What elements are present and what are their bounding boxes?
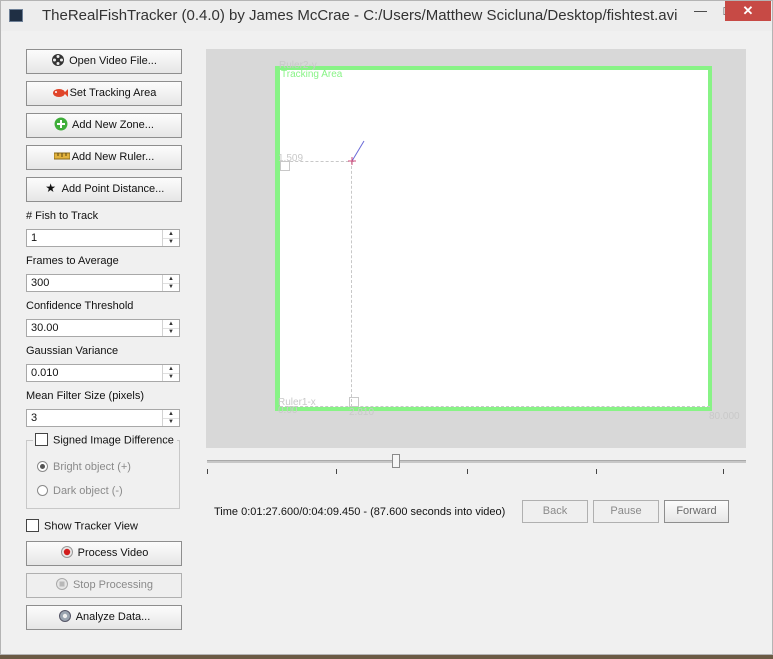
stop-icon — [55, 577, 69, 591]
stop-processing-label: Stop Processing — [72, 579, 154, 591]
fish-to-track-value[interactable]: 1 — [31, 232, 37, 244]
show-tracker-view-label: Show Tracker View — [44, 520, 138, 533]
spin-down-icon[interactable]: ▼ — [163, 238, 179, 246]
ruler-x-guide — [351, 161, 352, 407]
tracking-area-frame[interactable] — [275, 66, 712, 411]
window-title: TheRealFishTracker (0.4.0) by James McCr… — [42, 7, 678, 24]
open-video-button[interactable]: Open Video File... — [26, 49, 182, 74]
ruler-icon — [53, 149, 71, 163]
forward-button[interactable]: Forward — [664, 500, 729, 523]
open-video-label: Open Video File... — [69, 55, 157, 67]
fish-crosshair-icon — [348, 140, 365, 165]
add-point-distance-button[interactable]: ★ Add Point Distance... — [26, 177, 182, 202]
radio-button[interactable] — [37, 484, 48, 496]
spin-down-icon[interactable]: ▼ — [163, 328, 179, 336]
gear-icon — [58, 609, 72, 623]
playback-time: Time 0:01:27.600/0:04:09.450 - (87.600 s… — [214, 506, 506, 518]
stop-processing-button[interactable]: Stop Processing — [26, 573, 182, 598]
radio-button[interactable] — [37, 460, 48, 472]
mean-filter-size-label: Mean Filter Size (pixels) — [26, 390, 144, 402]
set-tracking-area-label: Set Tracking Area — [69, 87, 157, 99]
gaussian-variance-label: Gaussian Variance — [26, 345, 119, 357]
ruler-y-handle[interactable] — [280, 161, 290, 171]
process-video-button[interactable]: Process Video — [26, 541, 182, 566]
tracking-area-label: Tracking Area — [281, 69, 343, 80]
slider-tick — [336, 469, 337, 474]
dark-object-label: Dark object (-) — [53, 485, 123, 497]
back-button[interactable]: Back — [522, 500, 588, 523]
confidence-threshold-value[interactable]: 30.00 — [31, 322, 59, 334]
app-window: TheRealFishTracker (0.4.0) by James McCr… — [0, 0, 773, 655]
add-new-ruler-label: Add New Ruler... — [71, 151, 155, 163]
signed-image-difference-label: Signed Image Difference — [53, 434, 174, 447]
pause-button[interactable]: Pause — [593, 500, 659, 523]
spin-arrows: ▲ ▼ — [162, 230, 179, 246]
object-polarity-groupbox — [26, 440, 180, 509]
ruler-x-value: 2.810 — [349, 407, 375, 418]
slider-tick — [207, 469, 208, 474]
frames-to-average-value[interactable]: 300 — [31, 277, 49, 289]
title-bar[interactable]: TheRealFishTracker (0.4.0) by James McCr… — [1, 1, 772, 31]
frames-to-average-spinbox[interactable]: 300 ▲ ▼ — [26, 274, 180, 292]
signed-image-difference-checkbox[interactable]: Signed Image Difference — [33, 433, 177, 447]
app-icon — [9, 9, 23, 22]
spin-down-icon[interactable]: ▼ — [163, 283, 179, 291]
slider-tick — [467, 469, 468, 474]
confidence-threshold-spinbox[interactable]: 30.00 ▲ ▼ — [26, 319, 180, 337]
add-point-distance-label: Add Point Distance... — [61, 183, 165, 195]
checkbox-box[interactable] — [35, 433, 48, 446]
ruler-right-value: 80.000 — [709, 411, 740, 422]
confidence-threshold-label: Confidence Threshold — [26, 300, 134, 312]
mean-filter-size-spinbox[interactable]: 3 ▲ ▼ — [26, 409, 180, 427]
spin-arrows: ▲ ▼ — [162, 365, 179, 381]
bright-object-radio[interactable]: Bright object (+) — [37, 460, 131, 473]
spin-arrows: ▲ ▼ — [162, 320, 179, 336]
fish-to-track-label: # Fish to Track — [26, 210, 99, 222]
fish-to-track-spinbox[interactable]: 1 ▲ ▼ — [26, 229, 180, 247]
set-tracking-area-button[interactable]: Set Tracking Area — [26, 81, 182, 106]
analyze-data-button[interactable]: Analyze Data... — [26, 605, 182, 630]
minimize-button[interactable]: — — [687, 1, 714, 21]
frames-to-average-label: Frames to Average — [26, 255, 119, 267]
close-button[interactable]: ✕ — [725, 1, 771, 21]
gaussian-variance-spinbox[interactable]: 0.010 ▲ ▼ — [26, 364, 180, 382]
dark-object-radio[interactable]: Dark object (-) — [37, 484, 123, 497]
gaussian-variance-value[interactable]: 0.010 — [31, 367, 59, 379]
video-viewer[interactable]: Ruler2-y Tracking Area 1.509 Ruler1-x 0.… — [206, 49, 746, 448]
add-new-ruler-button[interactable]: Add New Ruler... — [26, 145, 182, 170]
ruler1-line — [280, 406, 710, 407]
spin-down-icon[interactable]: ▼ — [163, 418, 179, 426]
analyze-data-label: Analyze Data... — [75, 611, 151, 623]
process-video-label: Process Video — [77, 547, 149, 559]
mean-filter-size-value[interactable]: 3 — [31, 412, 37, 424]
film-reel-icon — [51, 53, 65, 67]
add-new-zone-label: Add New Zone... — [72, 119, 154, 131]
checkbox-box[interactable] — [26, 519, 39, 532]
playback-slider-track[interactable] — [207, 460, 746, 463]
spin-down-icon[interactable]: ▼ — [163, 373, 179, 381]
add-new-zone-button[interactable]: Add New Zone... — [26, 113, 182, 138]
show-tracker-view-checkbox[interactable]: Show Tracker View — [26, 519, 138, 533]
spin-arrows: ▲ ▼ — [162, 275, 179, 291]
slider-tick — [723, 469, 724, 474]
spin-arrows: ▲ ▼ — [162, 410, 179, 426]
ruler-x-handle[interactable] — [349, 397, 359, 407]
fish-icon — [52, 85, 68, 99]
record-icon — [60, 545, 74, 559]
slider-tick — [596, 469, 597, 474]
bright-object-label: Bright object (+) — [53, 461, 131, 473]
ruler-y-guide — [280, 161, 354, 162]
plus-circle-icon — [54, 117, 68, 131]
star-icon: ★ — [45, 181, 56, 196]
playback-slider-thumb[interactable] — [392, 454, 400, 468]
